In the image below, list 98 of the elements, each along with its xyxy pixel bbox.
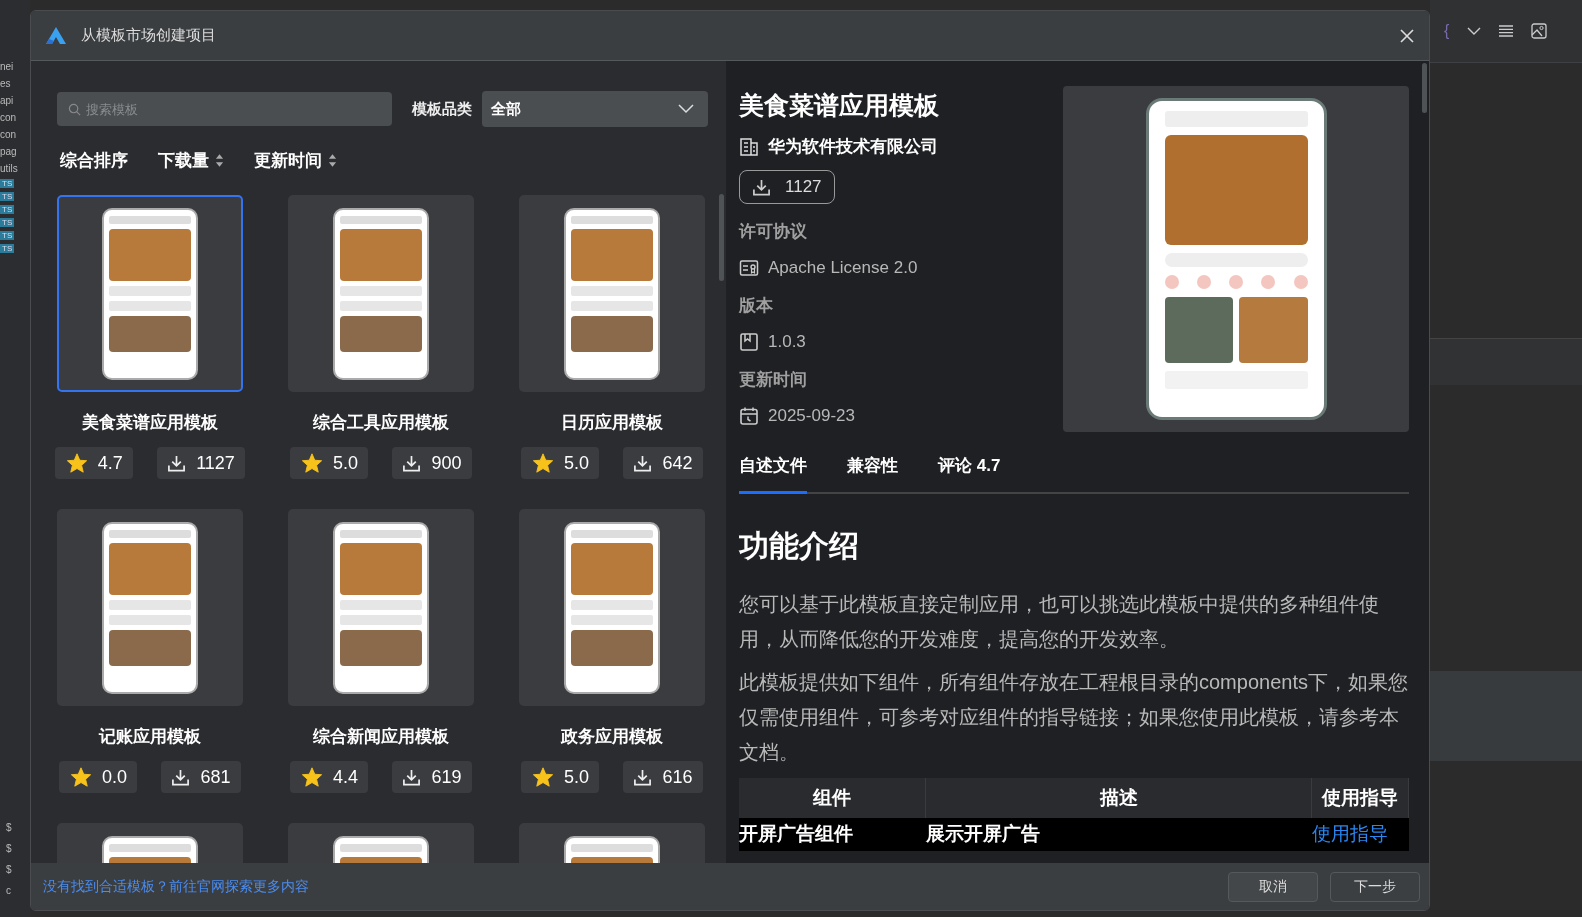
paragraph: 您可以基于此模板直接定制应用，也可以挑选此模板中提供的多种组件使用，从而降低您的开发难度，提高您的开发效率。 bbox=[739, 592, 1380, 652]
paragraph: 此模板提供如下组件，所有组件存放在工程根目录的components下，如果您仅需使用组件，可参考对应组件的指导链接；如果您使用此模板，请参考本文档。 bbox=[739, 670, 1409, 765]
chevron-down-icon[interactable] bbox=[1467, 27, 1482, 35]
category-label: 模板品类 bbox=[412, 99, 472, 119]
scrollbar-thumb[interactable] bbox=[1422, 63, 1427, 113]
field-label: 更新时间 bbox=[739, 369, 807, 391]
logo-icon bbox=[45, 25, 67, 46]
file-name-fragment: pag bbox=[0, 145, 17, 158]
terminal-line: $ bbox=[6, 842, 13, 855]
file-name-fragment: es bbox=[0, 77, 11, 90]
rating-badge: 0.0 bbox=[59, 761, 138, 793]
download-icon bbox=[633, 453, 653, 473]
close-icon[interactable] bbox=[1399, 27, 1415, 44]
rating-badge: 5.0 bbox=[290, 447, 369, 479]
field-label: 版本 bbox=[739, 295, 773, 317]
download-icon bbox=[171, 767, 191, 787]
file-type-badge: TS bbox=[0, 205, 15, 214]
tab[interactable]: 评论 4.7 bbox=[938, 454, 1001, 494]
category-dropdown[interactable]: 全部 bbox=[482, 91, 708, 127]
template-card[interactable] bbox=[519, 195, 705, 392]
bookmark-icon bbox=[739, 332, 759, 352]
download-count-badge: 900 bbox=[392, 447, 472, 479]
download-count-badge: 681 bbox=[161, 761, 241, 793]
license-icon bbox=[739, 258, 759, 278]
column-header: 使用指导 bbox=[1311, 778, 1409, 818]
field-value: 1.0.3 bbox=[768, 332, 806, 352]
rating-badge: 4.7 bbox=[55, 447, 134, 479]
search-icon bbox=[68, 103, 81, 116]
download-icon bbox=[167, 453, 187, 473]
file-type-badge: TS bbox=[0, 218, 15, 227]
download-icon bbox=[633, 767, 653, 787]
star-icon bbox=[531, 766, 554, 788]
template-title: 综合工具应用模板 bbox=[313, 412, 449, 434]
star-icon bbox=[69, 766, 92, 788]
template-card[interactable] bbox=[288, 195, 474, 392]
download-count-badge: 642 bbox=[623, 447, 703, 479]
star-icon bbox=[300, 452, 323, 474]
column-header: 组件 bbox=[739, 778, 926, 818]
star-icon bbox=[300, 766, 323, 788]
file-type-badge: TS bbox=[0, 179, 15, 188]
column-header: 描述 bbox=[925, 778, 1312, 818]
download-count-badge: 616 bbox=[623, 761, 703, 793]
window-title: 从模板市场创建项目 bbox=[81, 26, 217, 45]
tab[interactable]: 自述文件 bbox=[739, 454, 807, 494]
file-name-fragment: api bbox=[0, 94, 14, 107]
publisher-name: 华为软件技术有限公司 bbox=[768, 136, 938, 158]
star-icon bbox=[65, 452, 88, 474]
table-cell: 展示开屏广告 bbox=[925, 818, 1312, 851]
field-value: 2025-09-23 bbox=[768, 406, 855, 426]
template-card[interactable] bbox=[57, 195, 243, 392]
sort-arrows-icon bbox=[328, 153, 337, 168]
download-count-badge: 1127 bbox=[157, 447, 245, 479]
template-card[interactable] bbox=[519, 509, 705, 706]
tab[interactable]: 兼容性 bbox=[847, 454, 898, 494]
download-count-badge: 1127 bbox=[739, 170, 835, 204]
menu-icon[interactable] bbox=[1499, 25, 1514, 37]
rating-badge: 4.4 bbox=[290, 761, 369, 793]
image-icon[interactable] bbox=[1531, 23, 1548, 39]
field-value: Apache License 2.0 bbox=[768, 258, 918, 278]
template-card[interactable] bbox=[57, 509, 243, 706]
terminal-line: $ bbox=[6, 863, 13, 876]
file-name-fragment: con bbox=[0, 111, 17, 124]
rating-badge: 5.0 bbox=[521, 761, 600, 793]
section-heading: 功能介绍 bbox=[739, 528, 860, 564]
table-cell: 开屏广告组件 bbox=[739, 818, 926, 851]
template-title: 美食菜谱应用模板 bbox=[82, 412, 218, 434]
file-type-badge: TS bbox=[0, 192, 15, 201]
template-title: 政务应用模板 bbox=[561, 726, 663, 748]
file-name-fragment: con bbox=[0, 128, 17, 141]
template-title: 记账应用模板 bbox=[99, 726, 201, 748]
sort-option[interactable]: 更新时间 bbox=[254, 149, 337, 172]
field-label: 许可协议 bbox=[739, 221, 807, 243]
calendar-icon bbox=[739, 406, 759, 426]
file-type-badge: TS bbox=[0, 231, 15, 240]
scrollbar-thumb[interactable] bbox=[719, 194, 724, 281]
download-icon bbox=[402, 453, 422, 473]
template-title: 综合新闻应用模板 bbox=[313, 726, 449, 748]
download-icon bbox=[402, 767, 422, 787]
file-type-badge: TS bbox=[0, 244, 15, 253]
chevron-down-icon bbox=[678, 104, 694, 114]
sort-option[interactable]: 综合排序 bbox=[60, 149, 128, 172]
terminal-line: $ bbox=[6, 821, 13, 834]
template-title: 美食菜谱应用模板 bbox=[739, 90, 939, 121]
building-icon bbox=[739, 136, 759, 157]
sort-option[interactable]: 下载量 bbox=[158, 149, 224, 172]
template-title: 日历应用模板 bbox=[561, 412, 663, 434]
star-icon bbox=[531, 452, 554, 474]
rating-badge: 5.0 bbox=[521, 447, 600, 479]
next-button[interactable]: 下一步 bbox=[1330, 871, 1420, 902]
sort-arrows-icon bbox=[215, 153, 224, 168]
download-count-badge: 619 bbox=[392, 761, 472, 793]
template-card[interactable] bbox=[288, 509, 474, 706]
terminal-line: c bbox=[6, 884, 12, 897]
search-field[interactable]: 搜索模板 bbox=[57, 92, 392, 126]
cancel-button[interactable]: 取消 bbox=[1228, 871, 1318, 902]
file-name-fragment: nei bbox=[0, 60, 14, 73]
file-name-fragment: utils bbox=[0, 162, 18, 175]
download-icon bbox=[752, 177, 771, 197]
